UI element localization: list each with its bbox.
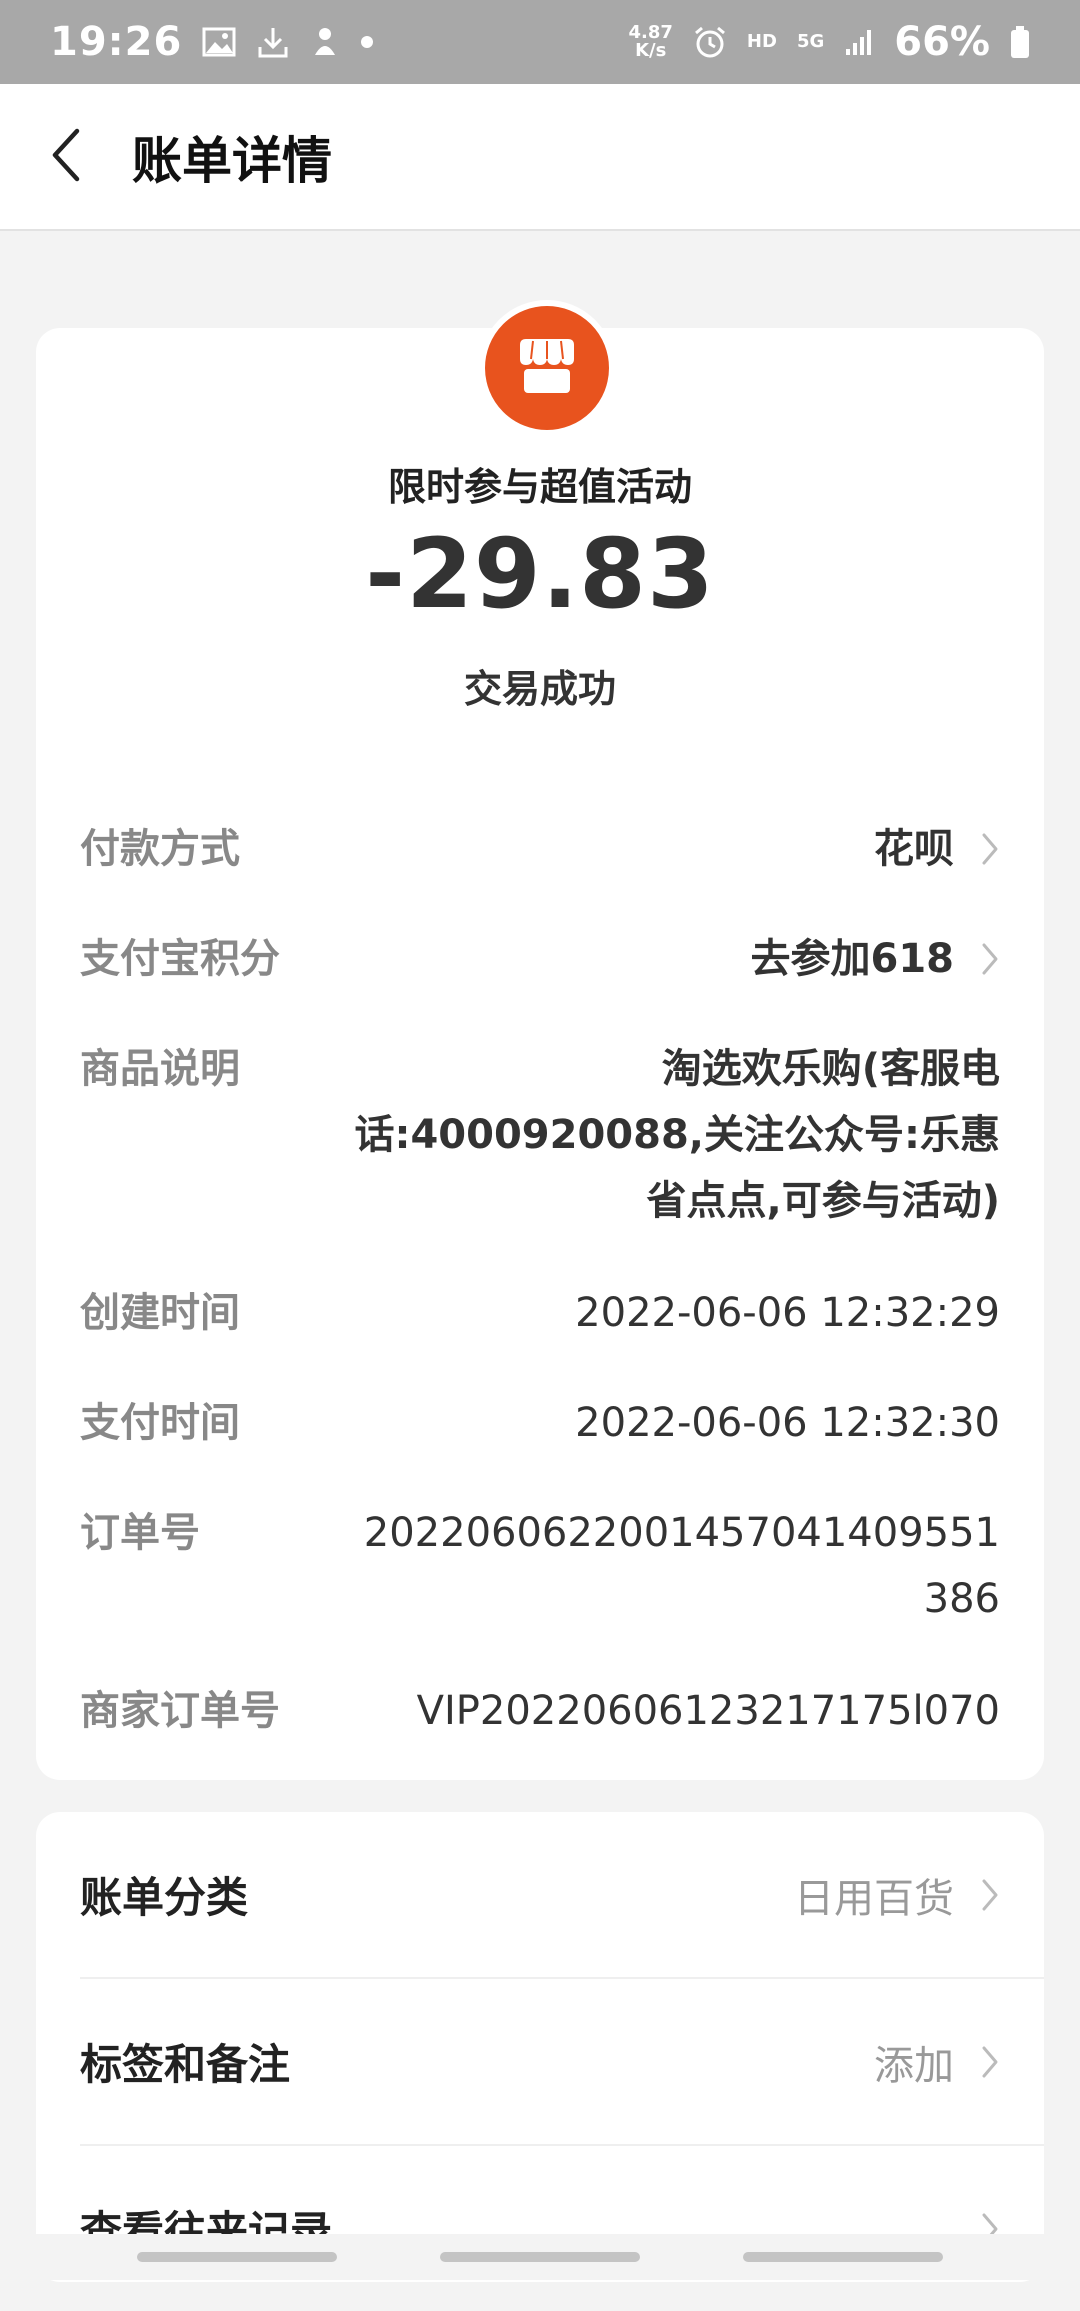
merchant-name: 限时参与超值活动 [387,465,692,509]
alarm-icon [693,25,727,59]
order-number-line: 2022060622001457041409551 [363,1510,1000,1556]
payment-method-row[interactable]: 付款方式 花呗 [80,816,1000,882]
row-label: 支付宝积分 [80,936,280,982]
chevron-right-icon [980,2042,1000,2082]
payment-time-row: 支付时间 2022-06-06 12:32:30 [80,1390,1000,1456]
order-number-line: 386 [923,1576,1000,1622]
merchant-logo [479,300,615,436]
row-label: 账单分类 [80,1873,249,1922]
speed-unit: K/s [635,40,667,61]
chevron-right-icon [980,939,1000,979]
description-line: 省点点,可参与活动) [646,1178,1000,1224]
store-icon [516,337,578,399]
hd-indicator: HD [746,31,777,52]
row-label: 商品说明 [80,1046,240,1092]
order-number-row: 订单号 2022060622001457041409551 386 [80,1500,1000,1632]
merchant-order-number-row: 商家订单号 VIP20220606123217175l070 [80,1678,1000,1744]
battery-icon [1010,25,1030,59]
merchant-order-number-value: VIP20220606123217175l070 [416,1688,1000,1734]
status-bar: 19:26 4.87 K/s HD 5G 66% [0,0,1080,84]
payment-time-value: 2022-06-06 12:32:30 [575,1400,1000,1446]
product-description-row: 商品说明 淘选欢乐购(客服电 话:4000920088,关注公众号:乐惠 省点点… [80,1036,1000,1234]
download-icon [256,25,290,59]
navigation-bar [0,2234,1080,2280]
network-type: 5G [796,31,825,52]
signal-icon [844,27,874,57]
bill-category-row[interactable]: 账单分类 日用百货 [80,1812,1044,1977]
row-label: 支付时间 [80,1400,240,1446]
alipay-points-row[interactable]: 支付宝积分 去参加618 [80,926,1000,992]
row-label: 标签和备注 [80,2040,291,2089]
payment-method-value: 花呗 [874,826,954,872]
row-label: 付款方式 [80,826,240,872]
chevron-right-icon [980,829,1000,869]
bill-actions-card: 账单分类 日用百货 标签和备注 添加 查看往来记录 [36,1812,1044,2282]
transaction-amount: -29.83 [365,518,715,630]
tags-notes-value: 添加 [874,2042,954,2089]
created-time-value: 2022-06-06 12:32:29 [575,1290,1000,1336]
description-line: 话:4000920088,关注公众号:乐惠 [354,1112,1000,1158]
chevron-left-icon [45,125,85,189]
bill-detail-card: 限时参与超值活动 -29.83 交易成功 付款方式 花呗 支付宝积分 去参加61… [36,300,1044,1780]
battery-percent: 66% [894,19,990,65]
back-button[interactable] [0,84,130,229]
nav-recent-apps[interactable] [137,2252,337,2262]
tags-notes-row[interactable]: 标签和备注 添加 [80,1979,1044,2144]
view-records-row[interactable]: 查看往来记录 [80,2146,1044,2311]
order-number-value: 2022060622001457041409551 386 [364,1500,1000,1632]
dot-icon [360,35,374,49]
nav-home[interactable] [440,2252,640,2262]
nav-back[interactable] [743,2252,943,2262]
alipay-points-value: 去参加618 [750,936,955,982]
transaction-status: 交易成功 [463,667,616,711]
created-time-row: 创建时间 2022-06-06 12:32:29 [80,1280,1000,1346]
chevron-right-icon [980,1875,1000,1915]
bill-category-value: 日用百货 [794,1875,954,1922]
row-label: 商家订单号 [80,1688,280,1734]
row-label: 创建时间 [80,1290,240,1336]
status-time: 19:26 [50,19,183,65]
description-line: 淘选欢乐购(客服电 [661,1046,1000,1092]
page-header: 账单详情 [0,84,1080,231]
row-label: 订单号 [80,1510,200,1556]
product-description-value: 淘选欢乐购(客服电 话:4000920088,关注公众号:乐惠 省点点,可参与活… [300,1036,1000,1234]
app-icon [310,25,340,59]
network-speed: 4.87 K/s [629,24,673,60]
image-icon [202,27,236,57]
page-title: 账单详情 [132,131,332,190]
